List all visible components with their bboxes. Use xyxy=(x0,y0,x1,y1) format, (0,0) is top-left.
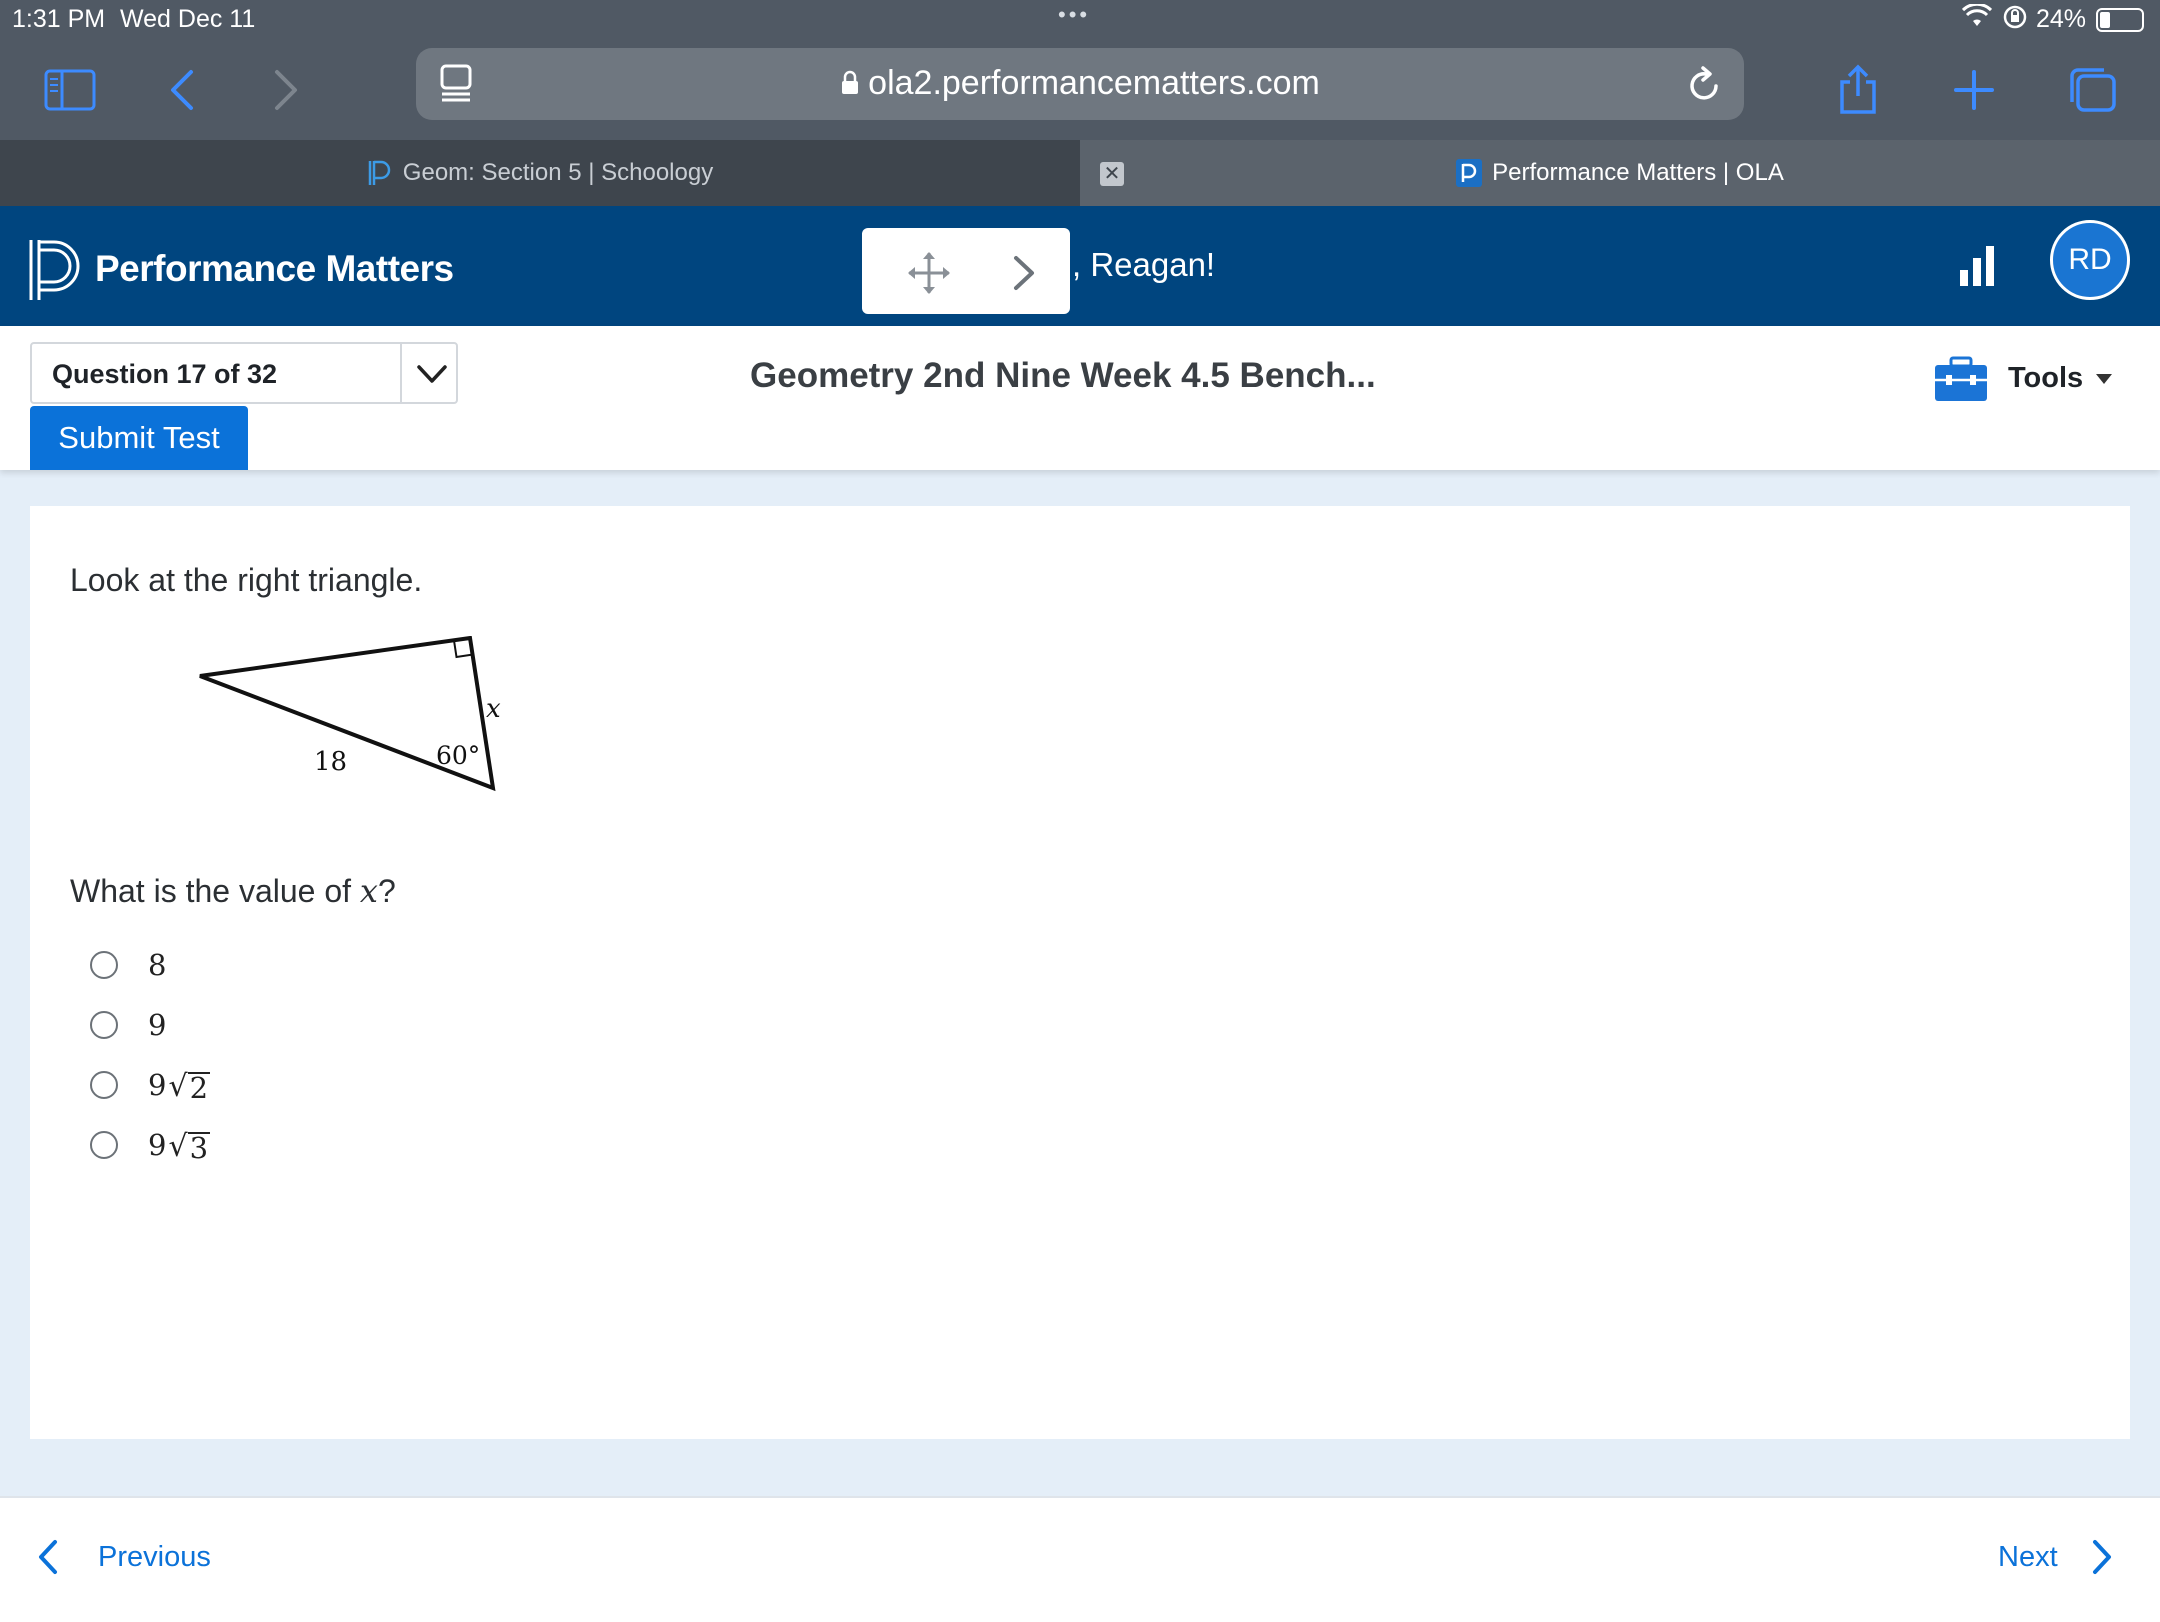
tools-caret-icon[interactable] xyxy=(2096,374,2112,384)
side-label: 18 xyxy=(314,747,347,777)
stem-suffix: ? xyxy=(377,873,396,909)
option-text: 9 xyxy=(148,1008,166,1042)
status-time: 1:31 PM xyxy=(12,5,106,33)
multitasking-dots-icon[interactable]: ••• xyxy=(1058,2,1090,28)
radio-button[interactable] xyxy=(90,1071,118,1099)
battery-icon xyxy=(2096,8,2144,32)
next-label: Next xyxy=(1998,1540,2058,1573)
back-icon[interactable] xyxy=(150,58,214,122)
url-value: ola2.performancematters.com xyxy=(868,64,1320,102)
radical-sign-icon: √ xyxy=(168,1129,188,1164)
next-button[interactable]: Next xyxy=(1998,1538,2114,1576)
move-icon[interactable] xyxy=(904,248,954,303)
radical-sign-icon: √ xyxy=(168,1069,188,1104)
question-bar: Question 17 of 32 Submit Test Geometry 2… xyxy=(0,326,2160,470)
question-selector[interactable]: Question 17 of 32 xyxy=(30,342,458,404)
answer-option-b[interactable]: 9 xyxy=(90,1008,166,1042)
stem-prefix: What is the value of xyxy=(70,873,360,909)
close-tab-icon[interactable]: ✕ xyxy=(1100,162,1124,186)
share-icon[interactable] xyxy=(1826,58,1890,122)
forward-icon[interactable] xyxy=(254,58,318,122)
performance-matters-logo-icon xyxy=(28,238,84,307)
angle-label: 60° xyxy=(436,741,480,770)
chevron-left-icon xyxy=(39,1540,57,1574)
chevron-down-icon[interactable] xyxy=(414,356,450,397)
tab-performance-matters[interactable]: Performance Matters | OLA xyxy=(1080,140,2160,206)
wifi-icon xyxy=(1961,2,1993,35)
avatar-initials: RD xyxy=(2068,243,2112,276)
stem-variable: x xyxy=(359,872,378,910)
radio-button[interactable] xyxy=(90,1011,118,1039)
performance-matters-favicon-icon xyxy=(1456,159,1483,187)
square-root: √ 2 xyxy=(168,1069,211,1105)
status-bar: 1:31 PM Wed Dec 11 ••• 24% xyxy=(0,0,2160,40)
tabs-overview-icon[interactable] xyxy=(2060,58,2124,122)
option-coefficient: 9 xyxy=(148,1128,167,1162)
expand-chevron-icon[interactable] xyxy=(1010,252,1038,299)
option-text: 9 √ 3 xyxy=(148,1128,211,1165)
radio-button[interactable] xyxy=(90,1131,118,1159)
floating-toolbar-widget[interactable] xyxy=(862,228,1070,314)
reload-icon[interactable] xyxy=(1684,62,1724,111)
option-coefficient: 9 xyxy=(148,1008,167,1042)
tab-label: Geom: Section 5 | Schoology xyxy=(402,159,714,186)
address-bar[interactable]: ola2.performancematters.com xyxy=(416,48,1744,120)
chevron-right-icon xyxy=(2092,1540,2111,1574)
orientation-lock-icon xyxy=(2002,4,2028,37)
url-text: ola2.performancematters.com xyxy=(416,64,1744,103)
submit-test-button[interactable]: Submit Test xyxy=(30,406,248,470)
option-text: 8 xyxy=(148,948,166,982)
question-card: Look at the right triangle. 18 60° x Wha… xyxy=(30,506,2130,1439)
previous-label: Previous xyxy=(98,1540,211,1573)
reports-icon[interactable] xyxy=(1958,244,1998,293)
option-radicand: 2 xyxy=(187,1071,211,1105)
test-title: Geometry 2nd Nine Week 4.5 Bench... xyxy=(750,356,1376,395)
answer-option-d[interactable]: 9 √ 3 xyxy=(90,1128,211,1165)
question-prompt: Look at the right triangle. xyxy=(70,562,423,598)
answer-option-c[interactable]: 9 √ 2 xyxy=(90,1068,211,1105)
option-coefficient: 8 xyxy=(148,948,167,982)
square-root: √ 3 xyxy=(168,1129,211,1165)
app-header: Performance Matters , Reagan! RD xyxy=(0,206,2160,326)
previous-button[interactable]: Previous xyxy=(36,1538,211,1576)
greeting-text: , Reagan! xyxy=(1072,246,1216,283)
new-tab-icon[interactable] xyxy=(1942,58,2006,122)
performance-matters-favicon-icon xyxy=(368,160,390,185)
battery-percent: 24% xyxy=(2036,5,2087,33)
tab-bar: Geom: Section 5 | Schoology Performance … xyxy=(0,140,2160,206)
tab-label: Performance Matters | OLA xyxy=(1492,159,1784,186)
question-stem: What is the value of x? xyxy=(70,872,396,910)
option-coefficient: 9 xyxy=(148,1068,167,1102)
selector-divider xyxy=(400,344,402,402)
option-radicand: 3 xyxy=(187,1131,211,1165)
navigation-footer: Previous Next xyxy=(0,1496,2160,1622)
toolbox-icon[interactable] xyxy=(1934,356,1988,407)
sidebar-icon[interactable] xyxy=(38,58,102,122)
tab-schoology[interactable]: Geom: Section 5 | Schoology xyxy=(0,140,1080,206)
brand-name: Performance Matters xyxy=(95,248,454,289)
tools-menu-label[interactable]: Tools xyxy=(2008,362,2083,395)
radio-button[interactable] xyxy=(90,951,118,979)
answer-option-a[interactable]: 8 xyxy=(90,948,166,982)
avatar[interactable]: RD xyxy=(2050,220,2130,300)
right-triangle-figure: 18 60° x xyxy=(160,635,520,841)
status-date: Wed Dec 11 xyxy=(120,5,256,33)
question-selector-label: Question 17 of 32 xyxy=(52,359,278,389)
option-text: 9 √ 2 xyxy=(148,1068,211,1105)
lock-icon xyxy=(842,70,859,94)
unknown-side-label: x xyxy=(486,694,501,724)
